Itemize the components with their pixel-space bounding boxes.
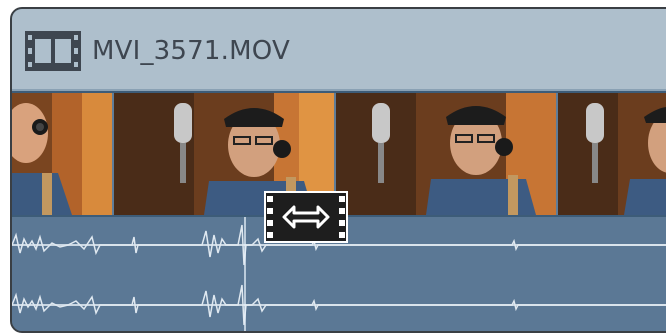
clip-header[interactable]: MVI_3571.MOV: [12, 9, 666, 91]
thumbnail: [12, 93, 114, 215]
clip-name: MVI_3571.MOV: [92, 36, 290, 66]
playhead[interactable]: [244, 217, 246, 331]
slip-trim-icon[interactable]: [264, 191, 348, 243]
thumbnail: [336, 93, 558, 215]
video-clip[interactable]: MVI_3571.MOV: [10, 7, 666, 333]
thumbnail: [558, 93, 666, 215]
film-strip-icon: [25, 31, 81, 71]
